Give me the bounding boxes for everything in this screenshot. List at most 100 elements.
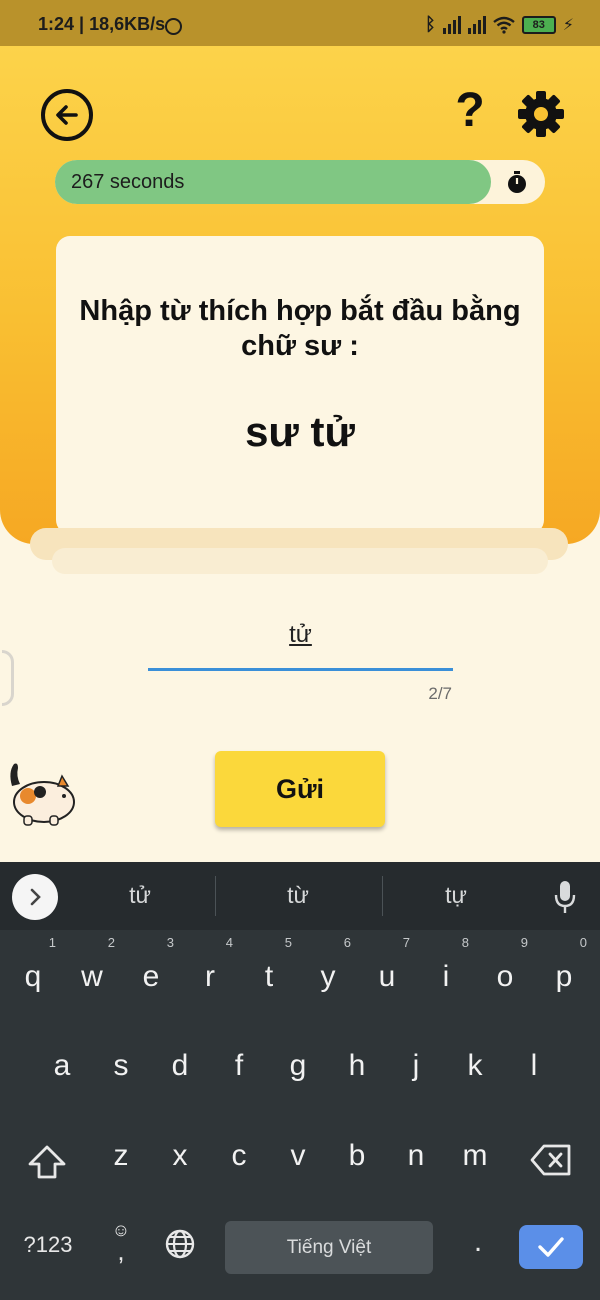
microphone-icon[interactable] — [553, 880, 577, 914]
key-label: e — [142, 960, 160, 993]
key-o[interactable]: 9o — [478, 936, 532, 1012]
key-b[interactable]: b — [330, 1121, 384, 1191]
cat-mascot-icon — [10, 763, 75, 826]
emoji-comma-key[interactable]: ☺ , — [106, 1220, 136, 1270]
enter-key[interactable] — [519, 1225, 583, 1269]
key-l[interactable]: l — [507, 1031, 561, 1101]
backspace-icon[interactable] — [530, 1143, 572, 1177]
key-number-hint: 1 — [48, 935, 56, 950]
key-d[interactable]: d — [153, 1031, 207, 1101]
period-key[interactable]: . — [466, 1225, 490, 1259]
key-label: j — [412, 1049, 420, 1082]
key-label: o — [496, 960, 514, 993]
example-word: sư tử — [245, 408, 355, 455]
suggestion-bar: tử từ tự — [0, 862, 600, 930]
chevron-right-icon — [30, 888, 41, 906]
key-label: w — [81, 960, 103, 993]
checkmark-icon — [538, 1237, 564, 1257]
question-card: Nhập từ thích hợp bắt đầu bằng chữ sư : … — [56, 236, 544, 534]
submit-button[interactable]: Gửi — [215, 751, 385, 827]
status-bar: 1:24 | 18,6KB/s ᛒ 83 ⚡ — [0, 0, 600, 46]
battery-icon: 83 — [521, 15, 556, 34]
key-s[interactable]: s — [94, 1031, 148, 1101]
key-x[interactable]: x — [153, 1121, 207, 1191]
key-label: g — [289, 1049, 307, 1082]
key-number-hint: 8 — [461, 935, 469, 950]
key-c[interactable]: c — [212, 1121, 266, 1191]
key-label: a — [53, 1049, 71, 1082]
help-button[interactable]: ? — [450, 86, 490, 136]
key-m[interactable]: m — [448, 1121, 502, 1191]
charging-icon: ⚡ — [562, 16, 574, 34]
suggestion-1[interactable]: tử — [80, 882, 200, 909]
header-panel: ? 267 seconds Nhập từ thích hợp bắt đầu … — [0, 46, 600, 544]
key-number-hint: 0 — [579, 935, 587, 950]
alarm-icon — [165, 18, 182, 35]
suggestion-divider — [382, 876, 383, 916]
key-a[interactable]: a — [35, 1031, 89, 1101]
key-number-hint: 2 — [107, 935, 115, 950]
signal-icon — [442, 15, 461, 34]
input-underline — [148, 668, 453, 671]
key-n[interactable]: n — [389, 1121, 443, 1191]
arrow-left-icon — [56, 105, 78, 125]
key-label: d — [171, 1049, 189, 1082]
timer-label: 267 seconds — [71, 171, 185, 193]
key-g[interactable]: g — [271, 1031, 325, 1101]
key-z[interactable]: z — [94, 1121, 148, 1191]
key-q[interactable]: 1q — [6, 936, 60, 1012]
key-f[interactable]: f — [212, 1031, 266, 1101]
bluetooth-icon: ᛒ — [424, 14, 436, 34]
key-j[interactable]: j — [389, 1031, 443, 1101]
key-label: i — [442, 960, 450, 993]
character-counter: 2/7 — [428, 684, 452, 703]
status-time: 1:24 | 18,6KB/s — [38, 14, 166, 34]
suggestion-3[interactable]: tự — [396, 882, 516, 909]
back-button[interactable] — [41, 89, 93, 141]
key-h[interactable]: h — [330, 1031, 384, 1101]
key-label: b — [348, 1139, 366, 1172]
timer-bar: 267 seconds — [55, 160, 545, 204]
key-r[interactable]: 4r — [183, 936, 237, 1012]
key-label: l — [530, 1049, 538, 1082]
globe-icon[interactable] — [164, 1228, 196, 1260]
key-k[interactable]: k — [448, 1031, 502, 1101]
gear-icon[interactable] — [515, 88, 567, 140]
drawer-handle[interactable] — [2, 650, 14, 706]
key-i[interactable]: 8i — [419, 936, 473, 1012]
key-label: q — [24, 960, 42, 993]
symbols-key[interactable]: ?123 — [18, 1232, 78, 1258]
stopwatch-icon — [508, 171, 526, 193]
key-label: p — [555, 960, 573, 993]
key-label: h — [348, 1049, 366, 1082]
expand-toolbar-button[interactable] — [12, 874, 58, 920]
key-number-hint: 6 — [343, 935, 351, 950]
answer-input[interactable] — [148, 612, 453, 658]
key-number-hint: 4 — [225, 935, 233, 950]
key-number-hint: 9 — [520, 935, 528, 950]
key-label: k — [467, 1049, 483, 1082]
key-v[interactable]: v — [271, 1121, 325, 1191]
key-label: y — [320, 960, 336, 993]
suggestion-2[interactable]: từ — [238, 882, 358, 909]
key-label: r — [205, 960, 215, 993]
key-w[interactable]: 2w — [65, 936, 119, 1012]
key-y[interactable]: 6y — [301, 936, 355, 1012]
key-label: m — [462, 1139, 488, 1172]
shift-icon[interactable] — [26, 1144, 68, 1180]
key-u[interactable]: 7u — [360, 936, 414, 1012]
signal-icon-2 — [467, 15, 486, 34]
key-label: t — [264, 960, 274, 993]
status-icons: ᛒ 83 ⚡ — [425, 14, 574, 35]
key-label: x — [172, 1139, 188, 1172]
question-prompt: Nhập từ thích hợp bắt đầu bằng chữ sư : — [79, 295, 521, 362]
key-label: c — [231, 1139, 247, 1172]
key-label: s — [113, 1049, 129, 1082]
key-e[interactable]: 3e — [124, 936, 178, 1012]
key-p[interactable]: 0p — [537, 936, 591, 1012]
key-number-hint: 3 — [166, 935, 174, 950]
key-number-hint: 5 — [284, 935, 292, 950]
key-label: f — [234, 1049, 244, 1082]
space-key[interactable]: Tiếng Việt — [225, 1221, 433, 1274]
key-t[interactable]: 5t — [242, 936, 296, 1012]
